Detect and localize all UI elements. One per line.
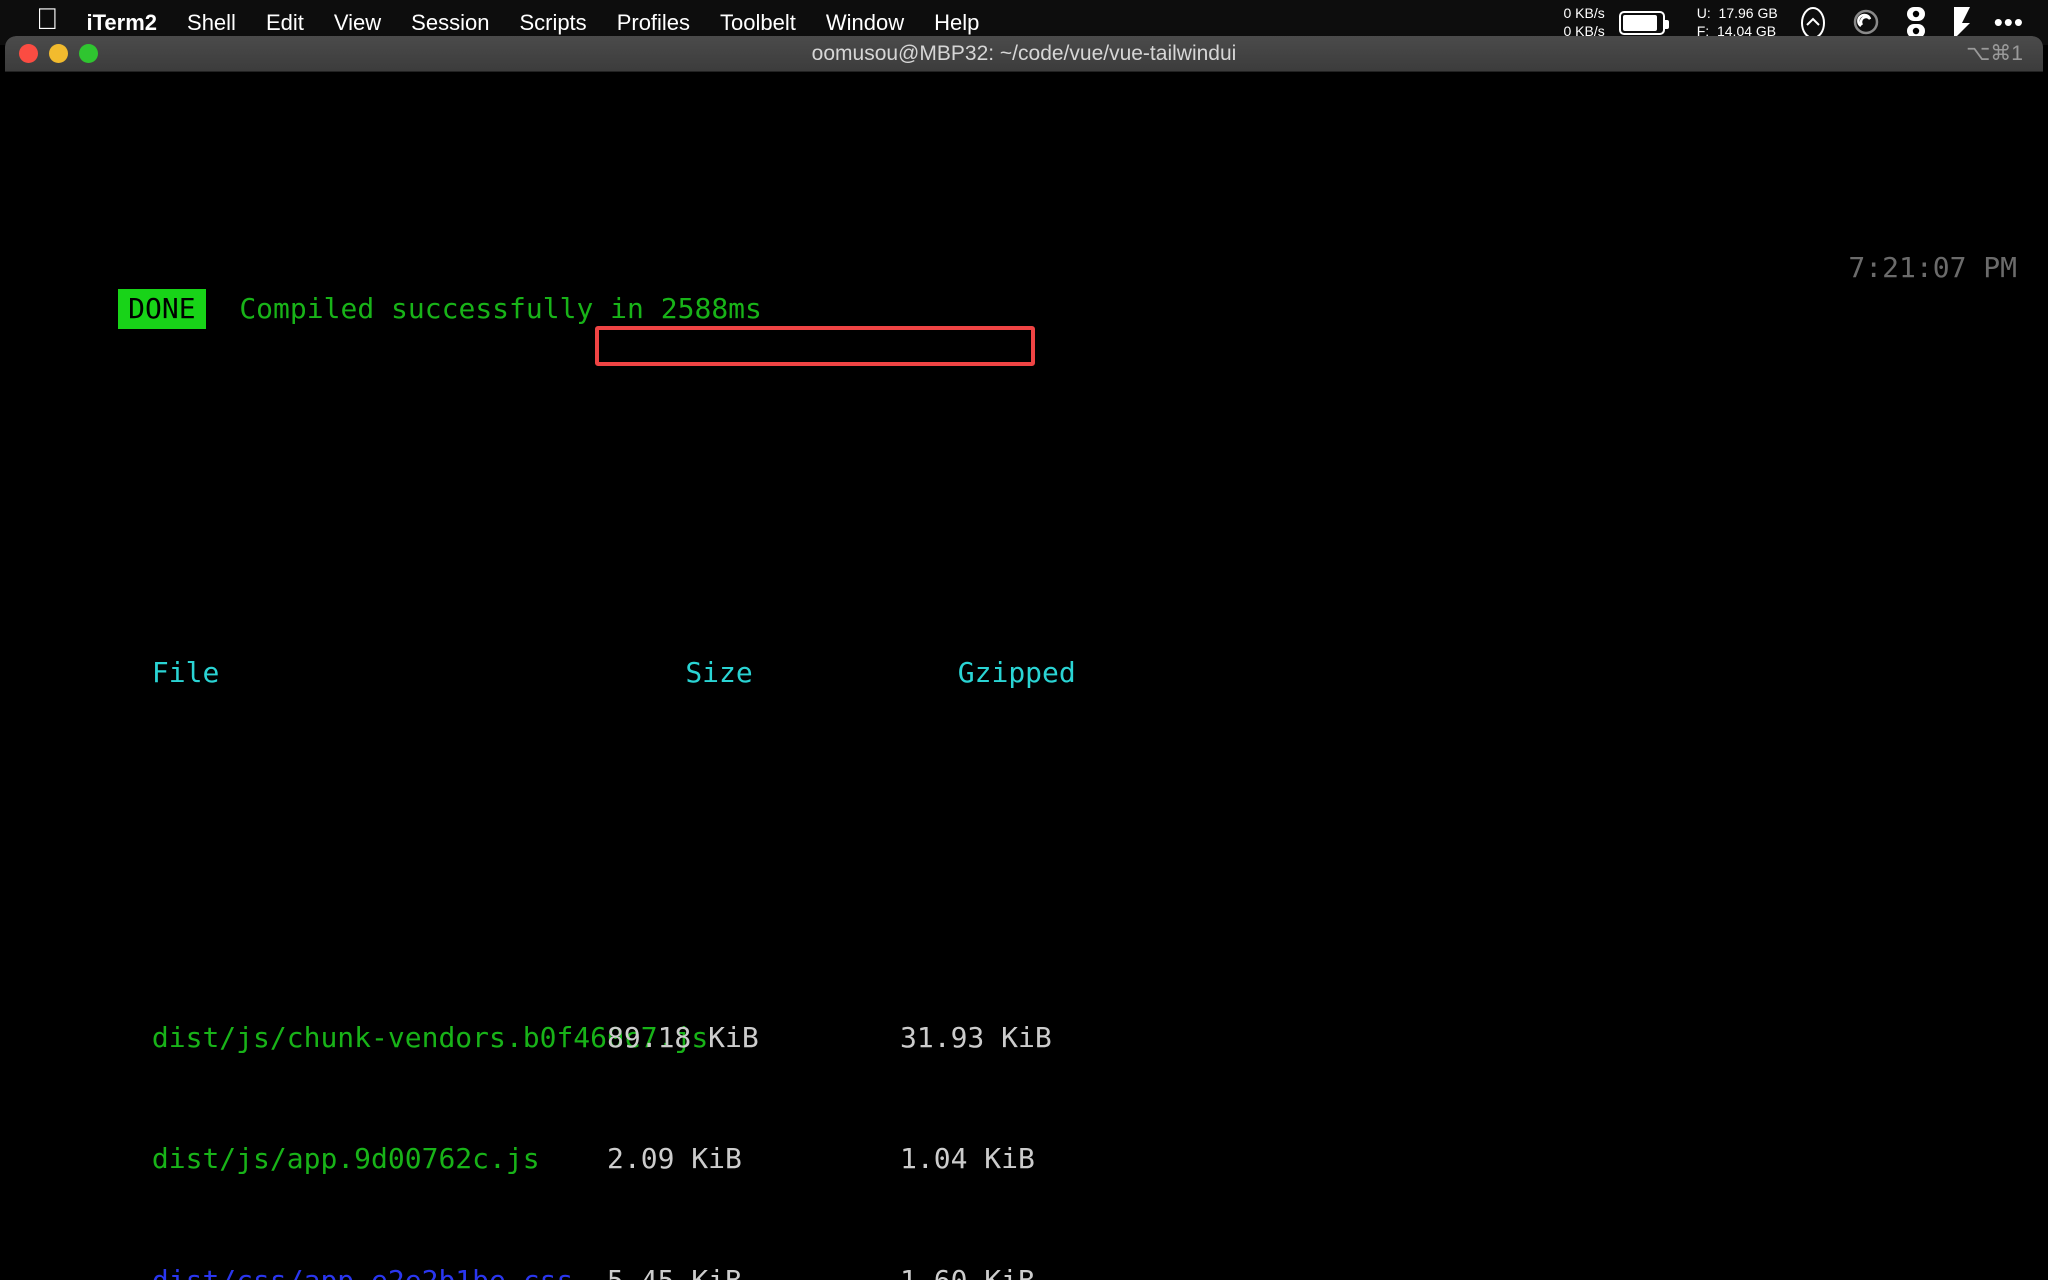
asset-file-name: dist/js/app.9d00762c.js (151, 1142, 540, 1175)
asset-size: 5.45 KiB (607, 1263, 742, 1280)
menu-item-scripts[interactable]: Scripts (519, 10, 586, 36)
table-row: dist/js/app.9d00762c.js 2.09 KiB 1.04 KiB (5, 1099, 2043, 1175)
window-title: oomusou@MBP32: ~/code/vue/vue-tailwindui (811, 41, 1237, 65)
network-speed-indicator[interactable]: 0 KB/s 0 KB/s (1564, 5, 1671, 40)
menu-item-help[interactable]: Help (934, 10, 979, 36)
highlight-annotation-box (595, 326, 1035, 366)
done-badge: DONE (118, 288, 206, 329)
battery-icon[interactable] (1618, 10, 1669, 35)
menu-item-shell[interactable]: Shell (187, 10, 236, 36)
compile-message: Compiled successfully in 2588ms (239, 291, 762, 325)
menu-item-window[interactable]: Window (826, 10, 904, 36)
capsules-icon[interactable] (1902, 6, 1930, 40)
menu-item-view[interactable]: View (334, 10, 381, 36)
terminal-output[interactable]: DONE Compiled successfully in 2588ms 7:2… (5, 72, 2043, 1280)
menu-item-profiles[interactable]: Profiles (617, 10, 690, 36)
network-upload-speed: 0 KB/s (1563, 5, 1605, 21)
table-row: dist/css/app.e2e2b1be.css 5.45 KiB 1.60 Ki… (5, 1220, 2043, 1280)
asset-size: 2.09 KiB (607, 1142, 742, 1175)
asset-file-name: dist/css/app.e2e2b1be.css (151, 1263, 574, 1280)
table-header-row: File Size Gzipped (5, 613, 2043, 689)
blank-row (5, 775, 2043, 816)
menu-item-toolbelt[interactable]: Toolbelt (720, 10, 796, 36)
zoom-button[interactable] (79, 44, 98, 63)
apple-logo-icon[interactable]:  (36, 4, 59, 35)
stats-arc-icon[interactable] (1796, 6, 1830, 40)
timestamp: 7:21:07 PM (1848, 251, 2017, 284)
window-shortcut-hint: ⌥⌘1 (1966, 42, 2023, 65)
memory-indicator[interactable]: U: 17.96 GB F: 14.04 GB (1697, 5, 1778, 40)
compile-status-row: DONE Compiled successfully in 2588ms 7:2… (5, 248, 2043, 329)
traffic-light-group (19, 44, 109, 63)
swirl-icon[interactable] (1850, 7, 1882, 39)
asset-gzipped: 31.93 KiB (900, 1020, 1052, 1054)
memory-used-value: 17.96 GB (1718, 5, 1778, 21)
column-header-gzipped: Gzipped (957, 656, 1076, 689)
table-row: dist/js/chunk-vendors.b0f460c7.js 89.18 K… (5, 977, 2043, 1054)
column-header-file: File (151, 656, 220, 689)
close-button[interactable] (19, 44, 38, 63)
column-header-size: Size (685, 656, 753, 689)
flag-icon[interactable] (1950, 6, 1974, 40)
menu-item-edit[interactable]: Edit (266, 10, 304, 36)
menu-item-session[interactable]: Session (411, 10, 489, 36)
minimize-button[interactable] (49, 44, 68, 63)
memory-used-label: U: (1696, 5, 1711, 21)
window-title-bar[interactable]: oomusou@MBP32: ~/code/vue/vue-tailwindui… (5, 36, 2043, 72)
blank-row (5, 410, 2043, 451)
asset-gzipped: 1.04 KiB (900, 1142, 1035, 1175)
menu-item-iterm2[interactable]: iTerm2 (87, 10, 158, 36)
iterm2-window: oomusou@MBP32: ~/code/vue/vue-tailwindui… (5, 36, 2043, 1280)
asset-gzipped: 1.60 KiB (900, 1263, 1035, 1280)
more-dots-icon[interactable]: ••• (1994, 9, 2024, 34)
asset-size: 89.18 KiB (607, 1020, 759, 1054)
